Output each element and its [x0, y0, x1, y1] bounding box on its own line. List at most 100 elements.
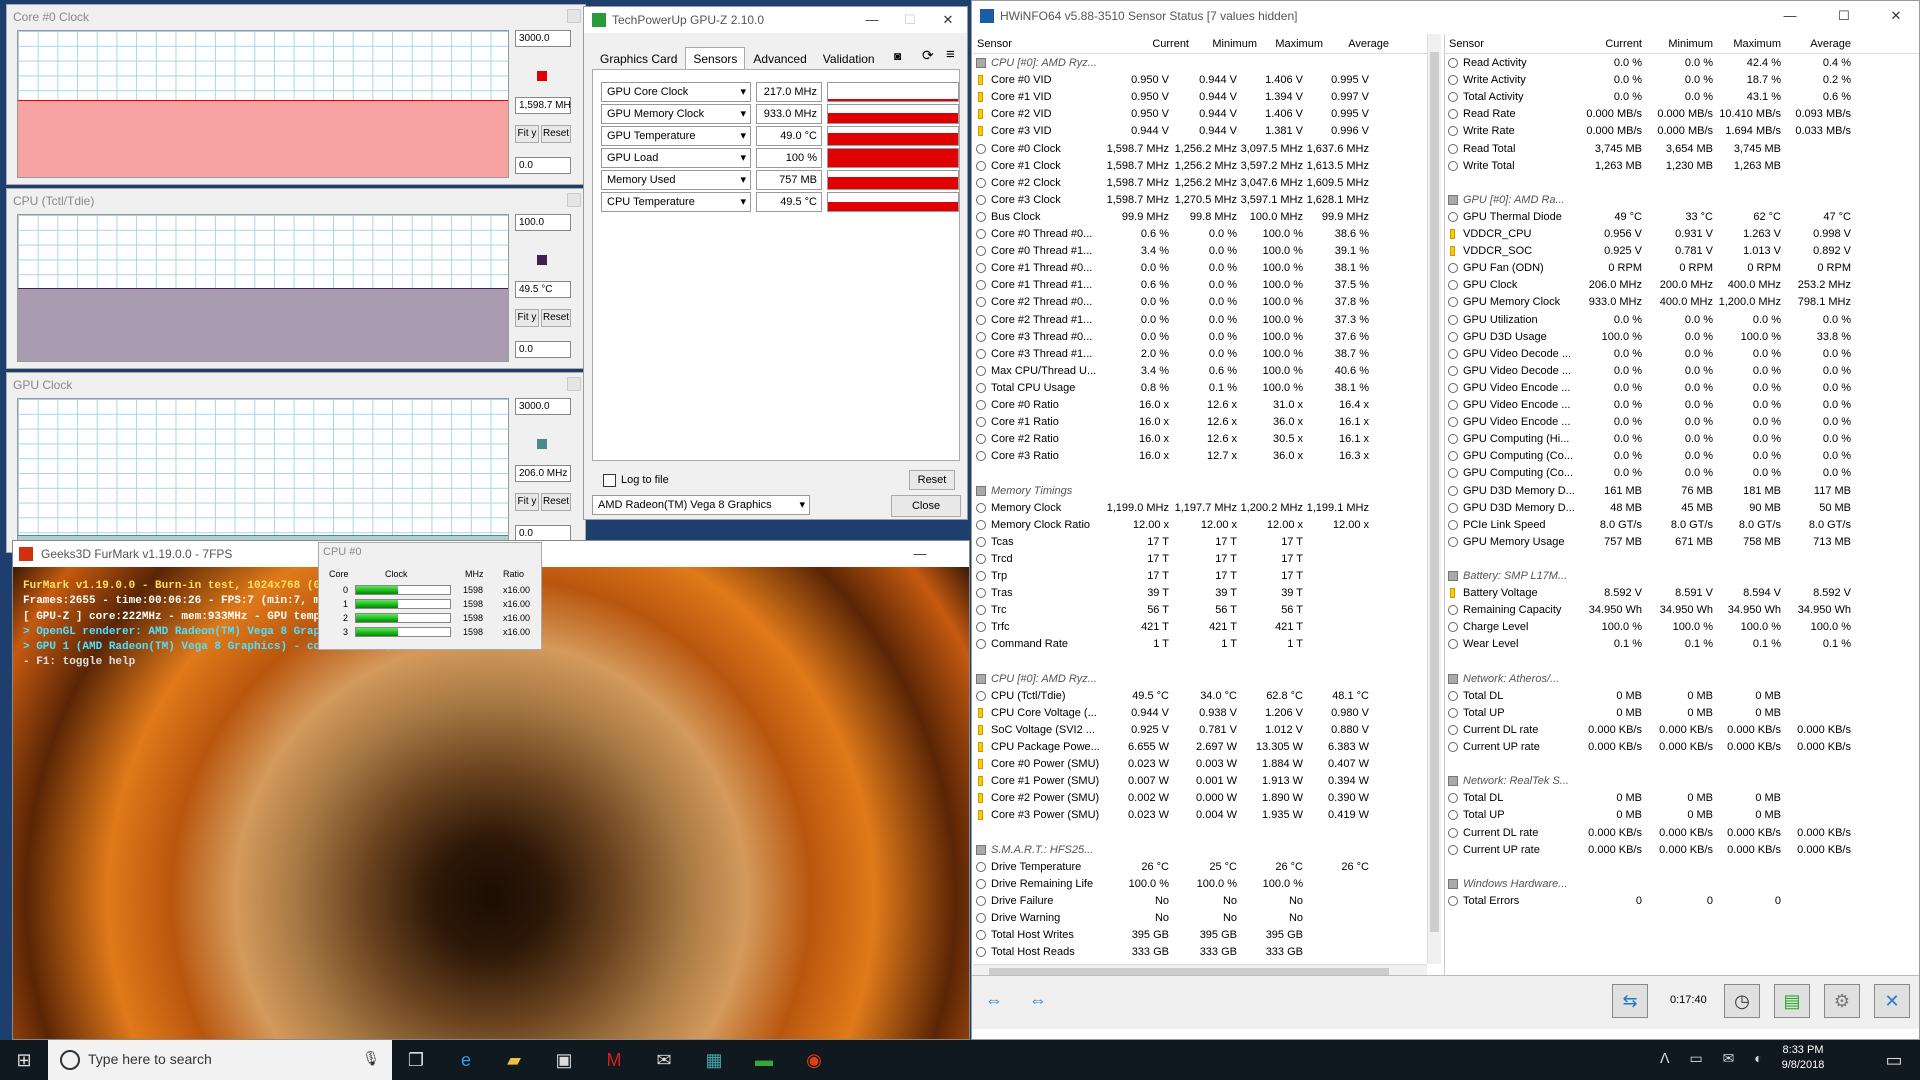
sensor-row[interactable]: SoC Voltage (SVI2 ... 0.925 V 0.781 V 1.012… — [973, 722, 1428, 739]
column-header[interactable]: Sensor — [977, 38, 1012, 50]
sensor-row[interactable]: GPU Computing (Hi... 0.0 % 0.0 % 0.0 % 0.0 % — [1445, 431, 1919, 448]
sensor-row[interactable]: Core #0 Power (SMU) 0.023 W 0.003 W 1.884 W… — [973, 756, 1428, 773]
mail-icon[interactable]: ✉ — [640, 1040, 688, 1080]
mcafee-icon[interactable]: M — [590, 1040, 638, 1080]
sensor-row[interactable]: Tcas 17 T 17 T 17 T — [973, 534, 1428, 551]
report-icon[interactable]: ▤ — [1774, 984, 1810, 1018]
next-arrows-icon[interactable]: ⇔ — [1020, 984, 1056, 1018]
minimize-button[interactable]: — — [853, 9, 891, 31]
store-icon[interactable]: ▣ — [540, 1040, 588, 1080]
sensor-row[interactable]: Core #3 Thread #0... 0.0 % 0.0 % 100.0 % 37.… — [973, 329, 1428, 346]
sensor-row[interactable]: Total DL 0 MB 0 MB 0 MB — [1445, 790, 1919, 807]
sensor-row[interactable]: GPU Computing (Co... 0.0 % 0.0 % 0.0 % 0.0 % — [1445, 465, 1919, 482]
sensor-group[interactable]: Network: Atheros/... — [1445, 671, 1919, 688]
sensor-row[interactable]: GPU D3D Usage 100.0 % 0.0 % 100.0 % 33.8 % — [1445, 329, 1919, 346]
sensor-row[interactable]: Current UP rate 0.000 KB/s 0.000 KB/s 0.000… — [1445, 842, 1919, 859]
sensor-row[interactable]: Core #2 Power (SMU) 0.002 W 0.000 W 1.890 W… — [973, 790, 1428, 807]
fit-y-button[interactable]: Fit y — [515, 493, 539, 511]
clock-icon[interactable]: ◷ — [1724, 984, 1760, 1018]
scroll-thumb[interactable] — [1430, 52, 1439, 932]
graph-min-value[interactable]: 0.0 — [515, 157, 571, 174]
graph-color-swatch[interactable] — [537, 71, 547, 81]
sensor-row[interactable]: Command Rate 1 T1 T1 T — [973, 636, 1428, 653]
graph-close-button[interactable] — [567, 193, 581, 207]
sensor-row[interactable]: Drive Warning No No No — [973, 910, 1428, 927]
sensor-row[interactable]: Core #3 VID 0.944 V 0.944 V 1.381 V 0.996 V — [973, 123, 1428, 140]
gpuz-sensor-select[interactable]: CPU Temperature — [601, 192, 751, 212]
sensor-row[interactable]: Total UP 0 MB 0 MB 0 MB — [1445, 705, 1919, 722]
sensor-row[interactable]: Core #1 Thread #1... 0.6 % 0.0 % 100.0 % 37.… — [973, 277, 1428, 294]
sensor-group[interactable]: CPU [#0]: AMD Ryz... — [973, 55, 1428, 72]
sensor-row[interactable]: Trcd 17 T 17 T 17 T — [973, 551, 1428, 568]
sensor-row[interactable]: Total CPU Usage 0.8 % 0.1 % 100.0 % 38.1 % — [973, 380, 1428, 397]
sensor-row[interactable]: GPU Fan (ODN) 0 RPM 0 RPM 0 RPM 0 RPM — [1445, 260, 1919, 277]
column-header[interactable]: Average — [1791, 38, 1851, 50]
gpuz-reset-button[interactable]: Reset — [909, 470, 955, 490]
hwinfo-taskbar-icon[interactable]: ▦ — [690, 1040, 738, 1080]
windows-start-icon[interactable]: ⊞ — [0, 1040, 48, 1080]
furmark-minimize-button[interactable]: — — [901, 543, 939, 565]
sensor-row[interactable]: Charge Level 100.0 % 100.0 % 100.0 % 100.0 % — [1445, 619, 1919, 636]
tray-icons[interactable]: ᐱ ▭ ✉ ◐ — [1660, 1050, 1771, 1067]
sensor-row[interactable]: Core #0 Ratio 16.0 x 12.6 x 31.0 x 16.4 x — [973, 397, 1428, 414]
sensor-row[interactable]: Core #1 Ratio 16.0 x 12.6 x 36.0 x 16.1 x — [973, 414, 1428, 431]
sensor-row[interactable]: GPU Utilization 0.0 % 0.0 % 0.0 % 0.0 % — [1445, 312, 1919, 329]
sensor-row[interactable]: Write Activity 0.0 % 0.0 % 18.7 % 0.2 % — [1445, 72, 1919, 89]
sensor-row[interactable]: Total Host Writes 395 GB 395 GB 395 GB — [973, 927, 1428, 944]
hwinfo-minimize-button[interactable]: — — [1771, 5, 1809, 27]
sensor-row[interactable]: Total DL 0 MB 0 MB 0 MB — [1445, 688, 1919, 705]
sensor-row[interactable]: Total Activity 0.0 % 0.0 % 43.1 % 0.6 % — [1445, 89, 1919, 106]
sensor-row[interactable]: Drive Failure No No No — [973, 893, 1428, 910]
sensor-row[interactable]: Memory Clock Ratio 12.00 x 12.00 x 12.00 x1… — [973, 517, 1428, 534]
sensor-group[interactable]: CPU [#0]: AMD Ryz... — [973, 671, 1428, 688]
furmark-taskbar-icon[interactable]: ◉ — [790, 1040, 838, 1080]
reset-button[interactable]: Reset — [541, 125, 571, 143]
sensor-row[interactable]: Trc 56 T 56 T 56 T — [973, 602, 1428, 619]
sensor-row[interactable]: GPU Video Encode ... 0.0 % 0.0 % 0.0 % 0.0 % — [1445, 414, 1919, 431]
sensor-row[interactable]: Battery Voltage 8.592 V 8.591 V 8.594 V 8.59… — [1445, 585, 1919, 602]
task-view-icon[interactable]: ❐ — [392, 1040, 440, 1080]
sensor-row[interactable]: GPU Clock 206.0 MHz 200.0 MHz 400.0 MHz 253.… — [1445, 277, 1919, 294]
sensor-group[interactable]: Windows Hardware... — [1445, 876, 1919, 893]
sensor-row[interactable]: Bus Clock 99.9 MHz 99.8 MHz 100.0 MHz 99.9 M… — [973, 209, 1428, 226]
reset-button[interactable]: Reset — [541, 309, 571, 327]
sensor-row[interactable]: Max CPU/Thread U... 3.4 % 0.6 % 100.0 % 40.6… — [973, 363, 1428, 380]
sensor-row[interactable]: Core #3 Thread #1... 2.0 % 0.0 % 100.0 % 38.… — [973, 346, 1428, 363]
sensor-row[interactable]: GPU Video Decode ... 0.0 % 0.0 % 0.0 % 0.0 % — [1445, 363, 1919, 380]
sensor-row[interactable]: Core #3 Power (SMU) 0.023 W 0.004 W 1.935 W… — [973, 807, 1428, 824]
edge-icon[interactable]: e — [442, 1040, 490, 1080]
sensor-row[interactable]: Drive Remaining Life 100.0 % 100.0 % 100.0 … — [973, 876, 1428, 893]
column-header[interactable]: Current — [1582, 38, 1642, 50]
sensor-row[interactable]: GPU Thermal Diode 49 °C 33 °C 62 °C 47 °C — [1445, 209, 1919, 226]
graph-close-button[interactable] — [567, 9, 581, 23]
column-header[interactable]: Average — [1309, 38, 1389, 50]
gpuz-taskbar-icon[interactable]: ▬ — [740, 1040, 788, 1080]
sensor-row[interactable]: Core #0 VID 0.950 V 0.944 V 1.406 V 0.995 V — [973, 72, 1428, 89]
settings-icon[interactable]: ⚙ — [1824, 984, 1860, 1018]
reset-button[interactable]: Reset — [541, 493, 571, 511]
fit-y-button[interactable]: Fit y — [515, 125, 539, 143]
gpu-select[interactable]: AMD Radeon(TM) Vega 8 Graphics ▾ — [592, 495, 810, 515]
sensor-row[interactable]: Drive Temperature 26 °C 25 °C 26 °C 26 °C — [973, 859, 1428, 876]
sensor-row[interactable]: Memory Clock 1,199.0 MHz 1,197.7 MHz 1,200.… — [973, 500, 1428, 517]
sensor-row[interactable]: Core #3 Ratio 16.0 x 12.7 x 36.0 x 16.3 x — [973, 448, 1428, 465]
sensor-row[interactable]: Core #2 Thread #1... 0.0 % 0.0 % 100.0 % 37.… — [973, 312, 1428, 329]
gpuz-sensor-select[interactable]: GPU Temperature — [601, 126, 751, 146]
hwinfo-maximize-button[interactable]: ☐ — [1825, 5, 1863, 27]
sensor-row[interactable]: Core #2 Thread #0... 0.0 % 0.0 % 100.0 % 37.… — [973, 294, 1428, 311]
sensor-row[interactable]: Trfc 421 T 421 T 421 T — [973, 619, 1428, 636]
sensor-group[interactable]: Battery: SMP L17M... — [1445, 568, 1919, 585]
graph-color-swatch[interactable] — [537, 255, 547, 265]
sensor-group[interactable]: GPU [#0]: AMD Ra... — [1445, 192, 1919, 209]
tab-graphics-card[interactable]: Graphics Card — [592, 47, 685, 71]
sensor-row[interactable]: Write Total 1,263 MB 1,230 MB 1,263 MB — [1445, 158, 1919, 175]
sensor-row[interactable]: Current DL rate 0.000 KB/s 0.000 KB/s 0.000… — [1445, 722, 1919, 739]
sensor-row[interactable]: Read Activity 0.0 % 0.0 % 42.4 % 0.4 % — [1445, 55, 1919, 72]
sensor-row[interactable]: Total Errors 0 0 0 — [1445, 893, 1919, 910]
sensor-row[interactable]: VDDCR_CPU 0.956 V 0.931 V 1.263 V 0.998 V — [1445, 226, 1919, 243]
sensor-row[interactable]: PCIe Link Speed 8.0 GT/s 8.0 GT/s 8.0 GT/s 8… — [1445, 517, 1919, 534]
sensor-row[interactable]: CPU Package Powe... 6.655 W 2.697 W 13.305 … — [973, 739, 1428, 756]
sensor-group[interactable]: Network: RealTek S... — [1445, 773, 1919, 790]
sensor-row[interactable]: GPU D3D Memory D... 161 MB 76 MB 181 MB 117 … — [1445, 483, 1919, 500]
sensor-row[interactable]: Core #1 VID 0.950 V 0.944 V 1.394 V 0.997 V — [973, 89, 1428, 106]
